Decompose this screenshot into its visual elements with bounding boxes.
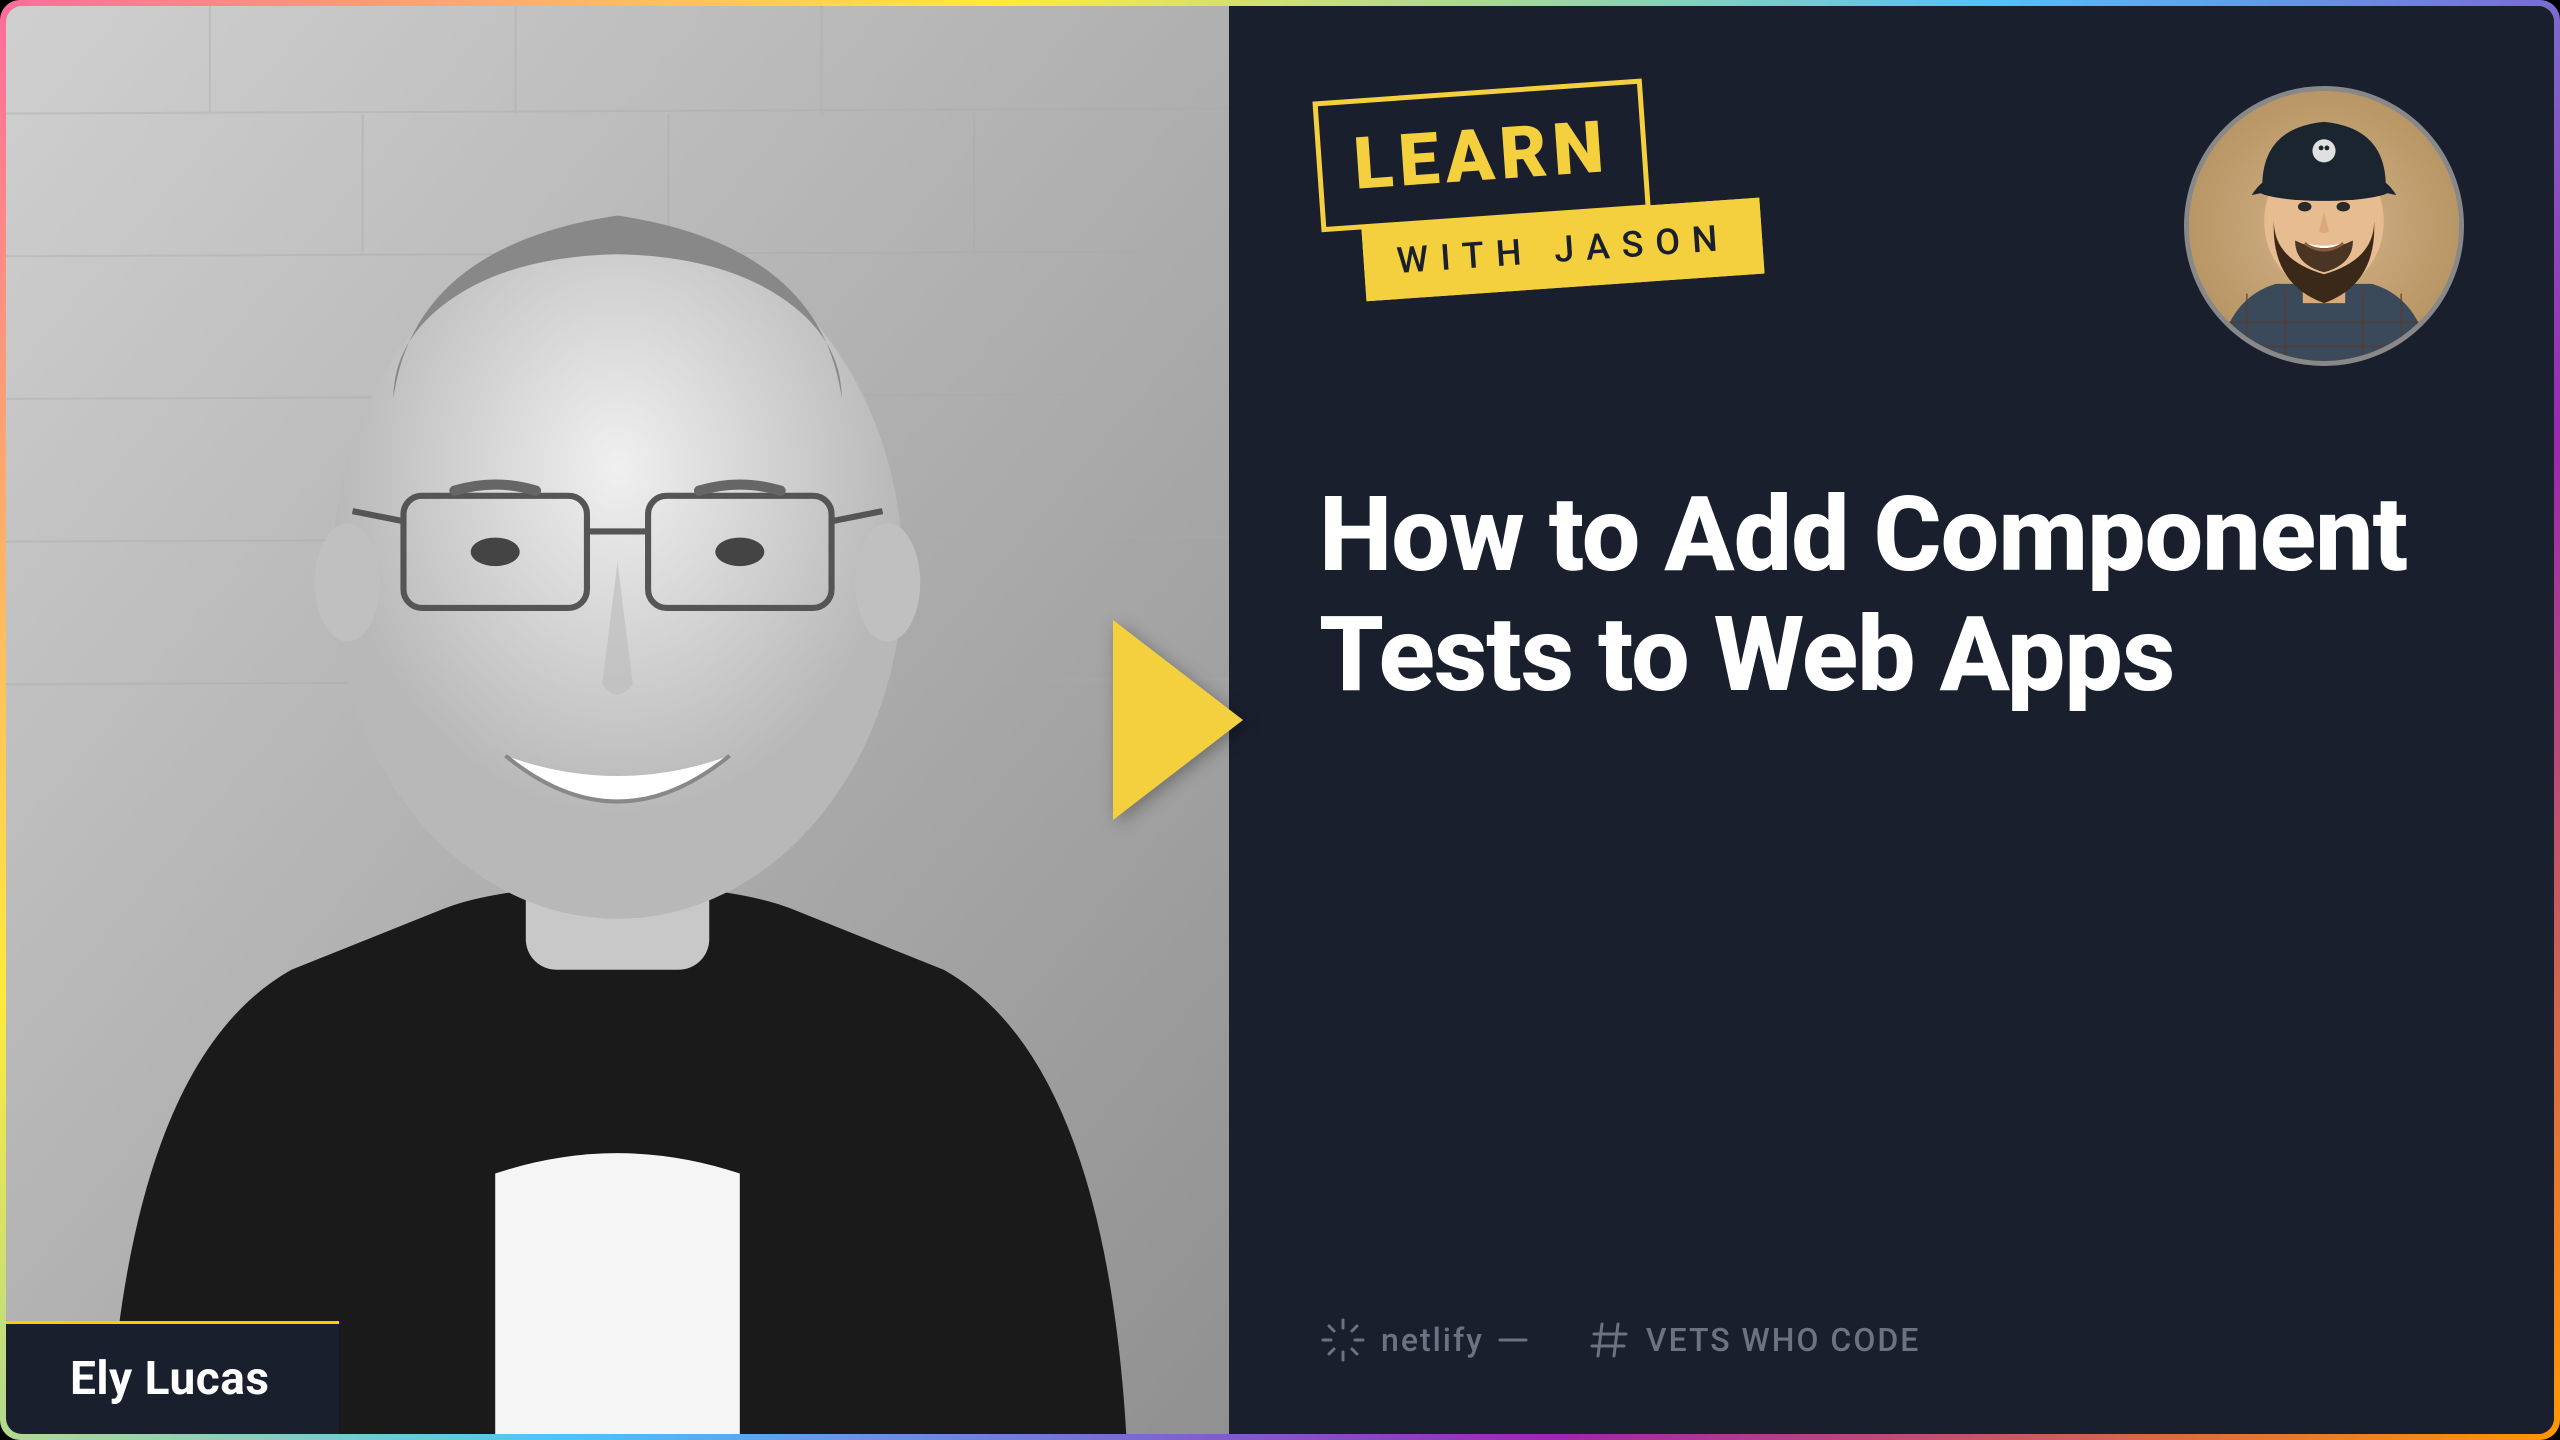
logo-jason-text: WITH JASON bbox=[1395, 217, 1731, 282]
play-button[interactable] bbox=[1113, 620, 1243, 820]
sponsor-netlify: netlify bbox=[1319, 1316, 1528, 1364]
show-logo: LEARN WITH JASON bbox=[1312, 71, 1765, 304]
host-avatar bbox=[2184, 86, 2464, 366]
card-wrapper: Ely Lucas LEARN WITH JASON bbox=[0, 0, 2560, 1440]
sponsor-vets-name: VETS WHO CODE bbox=[1646, 1321, 1920, 1359]
info-panel: LEARN WITH JASON bbox=[1229, 6, 2554, 1434]
sponsor-vets-who-code: VETS WHO CODE bbox=[1588, 1318, 1920, 1362]
sponsor-netlify-name: netlify bbox=[1381, 1321, 1484, 1359]
netlify-icon bbox=[1319, 1316, 1367, 1364]
sponsors-row: netlify VETS WHO COD bbox=[1319, 1316, 1920, 1364]
top-row: LEARN WITH JASON bbox=[1319, 86, 2464, 366]
guest-photo bbox=[6, 6, 1229, 1434]
guest-photo-panel: Ely Lucas bbox=[6, 6, 1229, 1434]
logo-learn-text: LEARN bbox=[1351, 104, 1612, 207]
guest-name-bar: Ely Lucas bbox=[6, 1321, 339, 1434]
video-card: Ely Lucas LEARN WITH JASON bbox=[6, 6, 2554, 1434]
hash-flag-icon bbox=[1588, 1318, 1632, 1362]
netlify-dash-icon bbox=[1498, 1336, 1528, 1344]
episode-title: How to Add Component Tests to Web Apps bbox=[1319, 476, 2464, 715]
guest-name: Ely Lucas bbox=[70, 1352, 269, 1406]
